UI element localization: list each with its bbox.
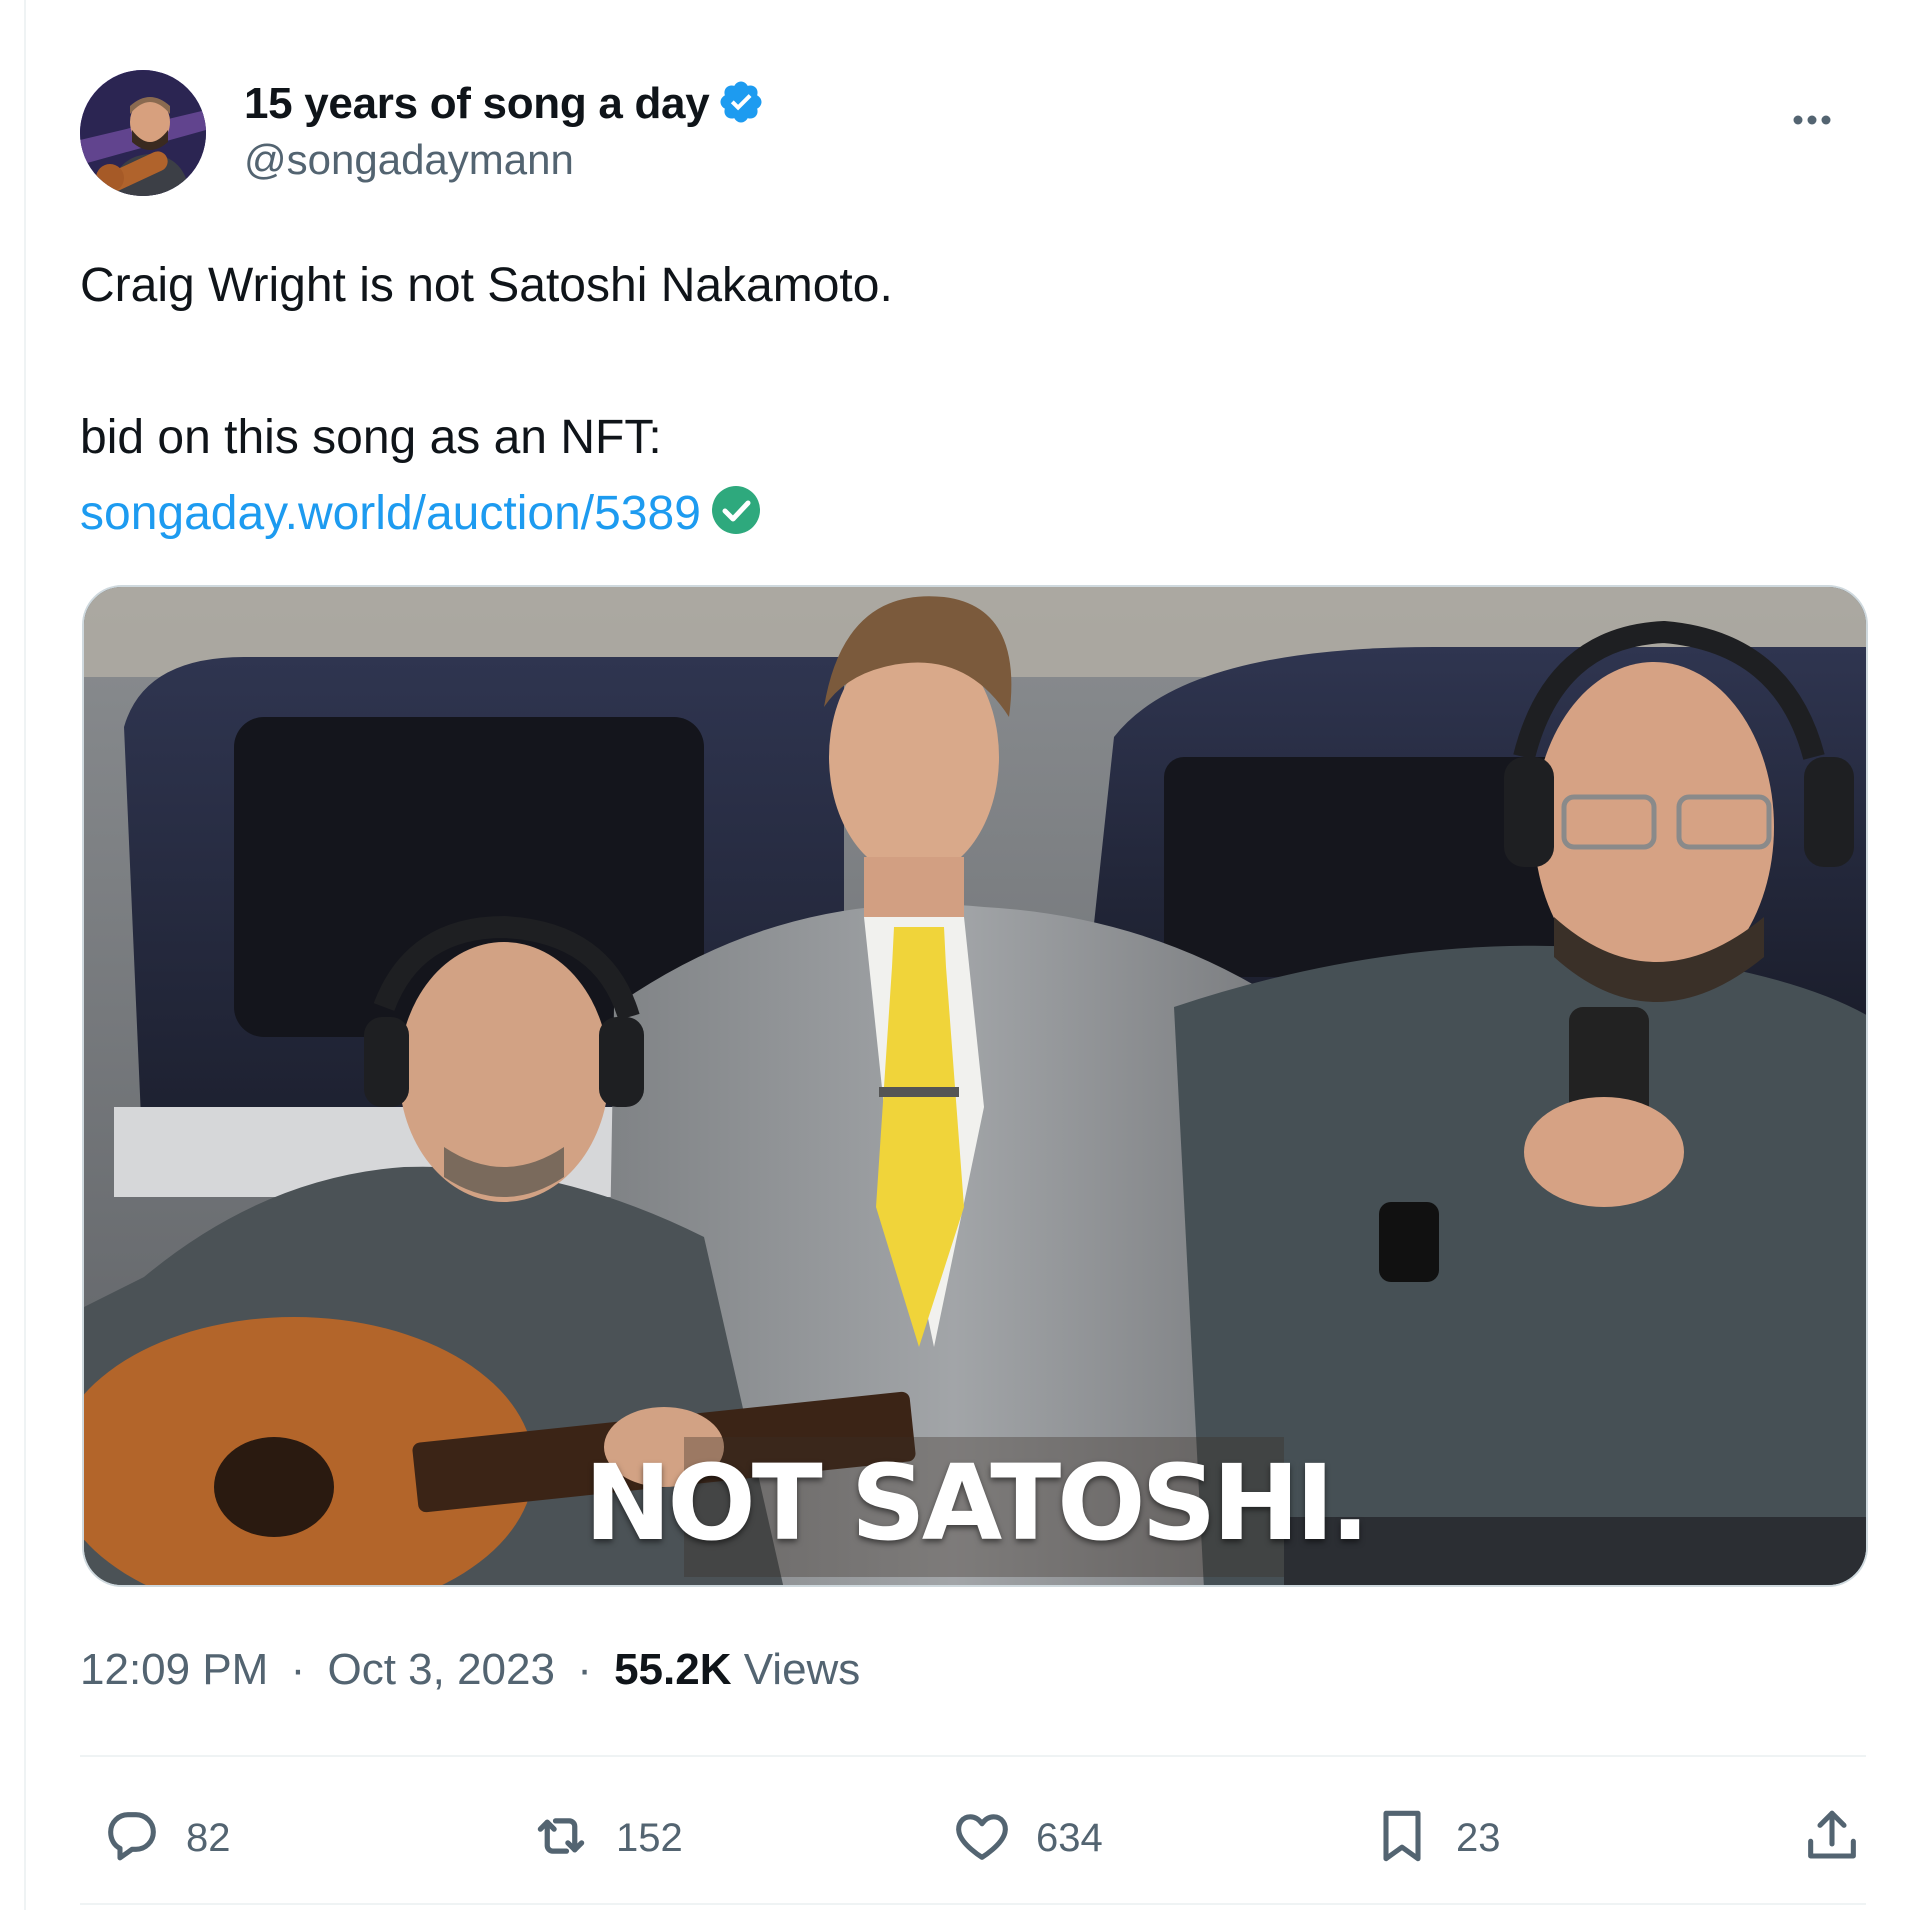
meta-separator: · (577, 1645, 592, 1694)
tweet-header: 15 years of song a day @songadaymann (80, 70, 1880, 200)
author-name[interactable]: 15 years of song a day (244, 79, 710, 129)
repost-button[interactable]: 152 (528, 1790, 683, 1886)
more-icon[interactable] (1784, 92, 1840, 148)
bookmark-count: 23 (1456, 1815, 1501, 1860)
divider-top (80, 1755, 1866, 1757)
meta-separator: · (290, 1645, 306, 1694)
author-name-row: 15 years of song a day (244, 76, 765, 132)
author-block: 15 years of song a day @songadaymann (244, 76, 765, 184)
avatar[interactable] (80, 70, 206, 196)
tweet-text: Craig Wright is not Satoshi Nakamoto. bi… (80, 248, 1860, 558)
tweet-card: 15 years of song a day @songadaymann Cra… (24, 0, 1920, 1910)
tweet-text-gap (80, 324, 1860, 400)
repost-count: 152 (616, 1815, 683, 1860)
media-caption: NOT SATOSHI. (584, 1442, 1369, 1564)
tweet-date[interactable]: Oct 3, 2023 (327, 1645, 554, 1694)
views-label: Views (743, 1645, 861, 1694)
bookmark-icon (1370, 1804, 1434, 1873)
tweet-meta: 12:09 PM · Oct 3, 2023 · 55.2K Views (80, 1645, 860, 1695)
tweet-time[interactable]: 12:09 PM (80, 1645, 268, 1694)
tweet-link-row: songaday.world/auction/5389 (80, 476, 1860, 558)
author-handle[interactable]: @songadaymann (244, 136, 765, 184)
views-count: 55.2K (614, 1645, 732, 1694)
share-icon (1800, 1804, 1864, 1873)
reply-icon (100, 1804, 164, 1873)
check-icon (711, 482, 761, 558)
divider-bottom (80, 1903, 1866, 1905)
reply-count: 82 (186, 1815, 231, 1860)
auction-link[interactable]: songaday.world/auction/5389 (80, 487, 701, 540)
tweet-text-line-1: Craig Wright is not Satoshi Nakamoto. (80, 259, 893, 312)
verified-badge-icon (717, 78, 765, 131)
media-image (84, 587, 1866, 1585)
tweet-media[interactable]: NOT SATOSHI. (82, 585, 1868, 1587)
action-bar: 82 152 634 23 (80, 1790, 1866, 1886)
bookmark-button[interactable]: 23 (1370, 1790, 1501, 1886)
repost-icon (528, 1803, 594, 1874)
share-button[interactable] (1800, 1790, 1864, 1886)
like-count: 634 (1036, 1815, 1103, 1860)
tweet-text-line-2: bid on this song as an NFT: (80, 411, 662, 464)
reply-button[interactable]: 82 (100, 1790, 231, 1886)
like-button[interactable]: 634 (950, 1790, 1103, 1886)
like-icon (950, 1804, 1014, 1873)
